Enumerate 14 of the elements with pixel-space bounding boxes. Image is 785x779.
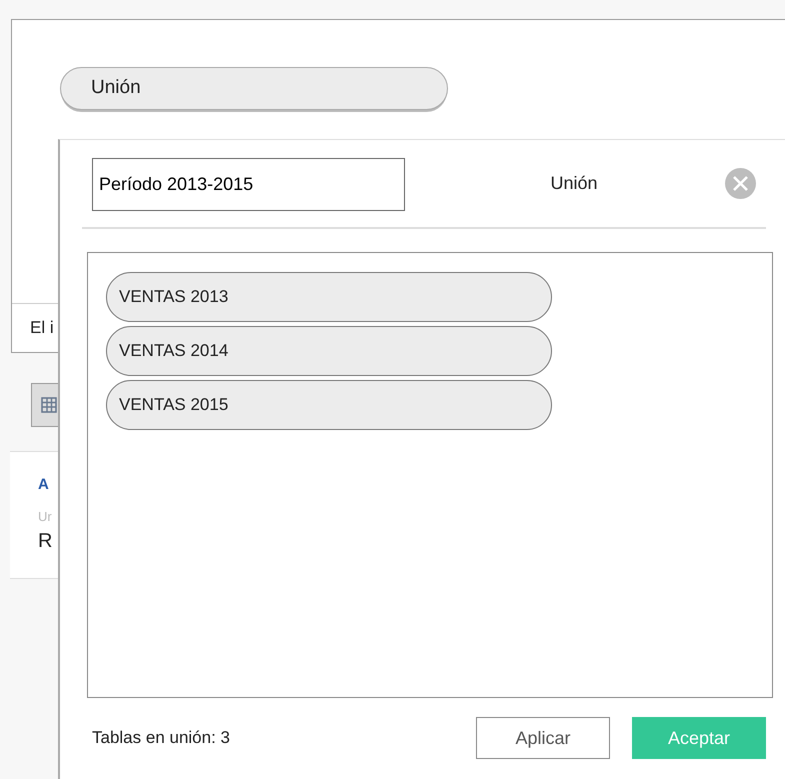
table-count-text: Tablas en unión: 3 <box>92 727 231 750</box>
grid-icon <box>41 397 57 413</box>
apply-button[interactable]: Aplicar <box>476 717 610 759</box>
dialog-title: Unión <box>549 172 599 195</box>
union-tab[interactable]: Unión <box>60 67 448 110</box>
card-subtitle: Ur <box>38 508 52 526</box>
card-value: R <box>38 529 52 554</box>
card-title: A <box>38 475 49 495</box>
table-pill[interactable]: VENTAS 2013 <box>106 272 552 322</box>
table-pill[interactable]: VENTAS 2015 <box>106 380 552 430</box>
name-field[interactable]: Período 2013-2015 <box>92 158 405 211</box>
table-pill[interactable]: VENTAS 2014 <box>106 326 552 376</box>
table-view-button[interactable] <box>31 383 61 427</box>
notice-text: El i <box>30 317 54 340</box>
